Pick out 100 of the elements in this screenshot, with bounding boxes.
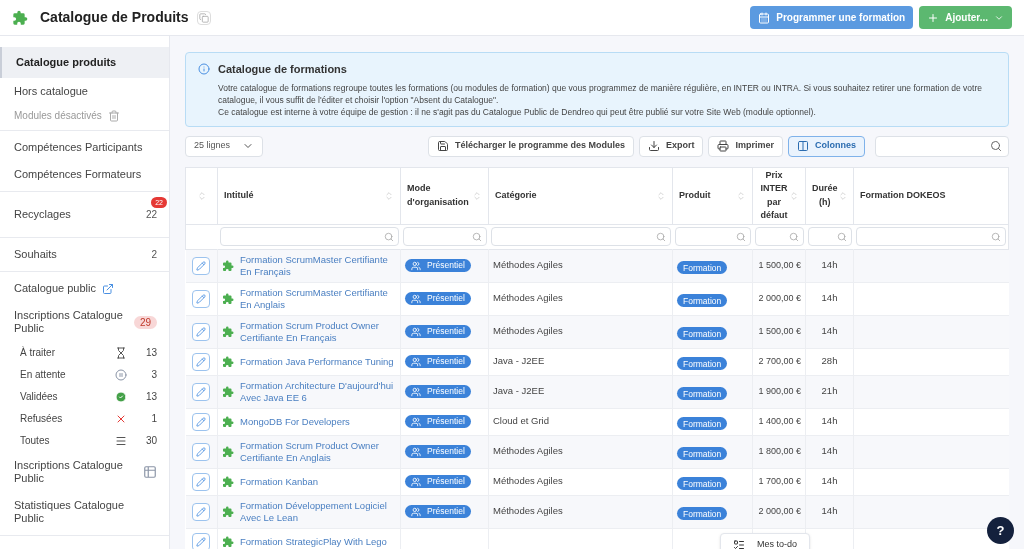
sort-icon[interactable] [736,190,746,201]
search-field[interactable] [875,135,1009,157]
toolbar-button[interactable]: Télécharger le programme des Modules [427,135,634,157]
column-header[interactable]: Produit [679,188,736,203]
printer-icon [717,140,730,152]
course-link[interactable]: Formation Java Performance Tuning [240,355,394,368]
product-badge: Formation [677,261,728,275]
course-link[interactable]: Formation StrategicPlay With Lego [240,535,387,548]
sort-icon[interactable] [656,190,666,201]
category-text: Méthodes Agiles [493,325,563,337]
filter-field[interactable] [402,227,487,246]
sidebar-item[interactable]: Compétences Formateurs [0,161,169,188]
course-link[interactable]: Formation Développement Logiciel Avec Le Lean [240,499,396,524]
price-text: 2 000,00 € [758,505,801,516]
edit-button[interactable] [192,532,211,549]
pencil-icon [196,446,207,457]
todo-button[interactable]: Mes to-do [720,533,811,549]
users-icon [411,356,421,367]
product-badge: Formation [677,387,728,401]
course-link[interactable]: Formation Scrum Product Owner Certifiante En Français [240,319,396,344]
sidebar-item[interactable]: Catalogue public [0,275,169,302]
filter-field[interactable] [219,227,399,246]
sort-icon[interactable] [472,190,482,201]
course-link[interactable]: Formation Scrum Product Owner Certifiante En Anglais [240,439,396,464]
sidebar-subitem[interactable]: Refusées 1 [0,408,169,430]
search-icon [735,231,746,242]
mode-badge: Présentiel [405,292,471,305]
filter-field[interactable] [754,227,804,246]
mode-badge: Présentiel [405,385,471,398]
edit-button[interactable] [192,256,211,275]
sidebar-subitem[interactable]: Toutes 30 [0,430,169,452]
edit-button[interactable] [192,472,211,491]
column-header[interactable]: Formation DOKEOS [860,188,1002,203]
edit-button[interactable] [192,322,211,341]
course-link[interactable]: MongoDB For Developers [240,415,350,428]
users-icon [411,260,421,271]
edit-button[interactable] [192,382,211,401]
mode-badge: Présentiel [405,445,471,458]
copy-icon[interactable] [196,10,211,25]
sidebar-item[interactable]: Hors catalogue [0,78,169,105]
course-link[interactable]: Formation ScrumMaster Certifiante En Français [240,253,396,278]
price-text: 1 700,00 € [758,475,801,486]
mode-badge: Présentiel [405,475,471,488]
toolbar-button[interactable]: Export [638,135,704,157]
mode-badge: Présentiel [405,325,471,338]
price-text: 1 800,00 € [758,445,801,456]
sort-icon[interactable] [196,190,207,201]
sidebar-item[interactable]: Statistiques Catalogue Public [0,492,169,532]
sidebar-item[interactable]: Compétences Participants [0,134,169,161]
sidebar-item[interactable]: Souhaits 2 [0,241,169,268]
list-icon [115,435,127,447]
filter-field[interactable] [807,227,852,246]
puzzle-icon [222,355,234,368]
filter-field[interactable] [490,227,671,246]
edit-button[interactable] [192,442,211,461]
column-header[interactable]: Intitulé [224,188,384,203]
filter-field[interactable] [855,227,1006,246]
users-icon [411,416,421,427]
info-title: Catalogue de formations [218,62,347,77]
edit-button[interactable] [192,352,211,371]
users-icon [411,506,421,517]
category-text: Méthodes Agiles [493,475,563,487]
sidebar-item[interactable]: Inscriptions Catalogue Public [0,452,169,492]
sidebar-item[interactable]: Catalogue produits [0,47,169,78]
product-badge: Formation [677,417,728,431]
sidebar-item[interactable]: Inscriptions Catalogue Public 29 [0,302,169,342]
page-size-select[interactable]: 25 lignes [185,135,264,157]
price-text: 1 500,00 € [758,325,801,336]
pencil-icon [196,326,207,337]
column-header[interactable]: Durée (h) [812,182,838,209]
sidebar-subitem[interactable]: En attente 3 [0,364,169,386]
category-text: Méthodes Agiles [493,259,563,271]
sidebar-subitem[interactable]: Validées 13 [0,386,169,408]
course-link[interactable]: Formation Architecture D'aujourd'hui Avec Java EE 6 [240,379,396,404]
toolbar-button[interactable]: Imprimer [708,135,783,157]
sort-icon[interactable] [837,190,848,201]
sort-icon[interactable] [384,190,394,201]
item-count: 22 [145,208,157,221]
course-link[interactable]: Formation Kanban [240,475,319,488]
edit-button[interactable] [192,289,211,308]
price-text: 1 900,00 € [758,385,801,396]
toolbar-button[interactable]: Colonnes [788,135,865,157]
sort-icon[interactable] [789,190,799,201]
pencil-icon [196,476,207,487]
price-text: 1 400,00 € [758,415,801,426]
plus-icon [927,11,940,24]
filter-field[interactable] [674,227,751,246]
column-header[interactable]: Mode d'organisation [407,182,472,209]
course-link[interactable]: Formation ScrumMaster Certifiante En Anglais [240,286,396,311]
duration-text: 28h [821,355,838,367]
column-header[interactable]: Catégorie [495,188,656,203]
edit-button[interactable] [192,502,211,521]
product-badge: Formation [677,447,728,461]
sidebar-subitem[interactable]: À traiter 13 [0,342,169,364]
product-badge: Formation [677,327,728,341]
price-text: 2 700,00 € [758,355,801,366]
pencil-icon [196,386,207,397]
puzzle-icon [222,292,234,305]
edit-button[interactable] [192,412,211,431]
column-header[interactable]: Prix INTER par défaut [759,168,789,223]
